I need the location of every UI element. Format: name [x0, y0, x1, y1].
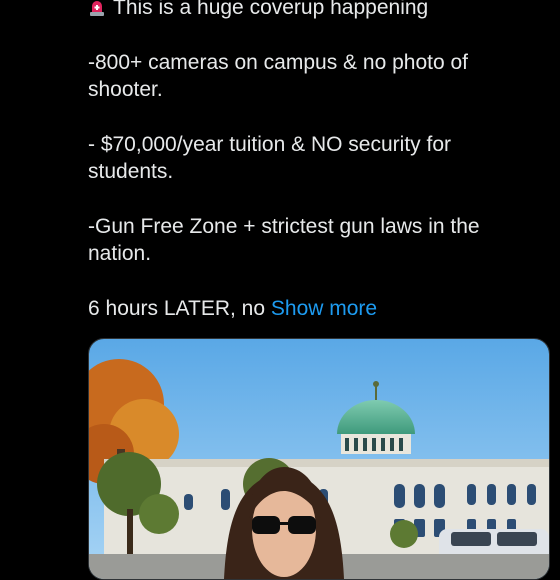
truncated-line: 6 hours LATER, no Show more — [88, 295, 508, 322]
tweet-media-photo[interactable] — [88, 338, 550, 580]
photo-illustration — [89, 339, 549, 579]
paragraph-1-line-1: -800+ cameras on campus & no photo of — [88, 51, 468, 74]
paragraph-2-line-2: students. — [88, 160, 174, 183]
tweet-headline: This is a huge coverup happening — [88, 0, 508, 21]
paragraph-3-line-2: nation. — [88, 242, 152, 265]
tweet-body: This is a huge coverup happening -800+ c… — [88, 0, 508, 322]
police-siren-icon — [88, 0, 106, 16]
paragraph-2-line-1: - $70,000/year tuition & NO security for — [88, 133, 451, 156]
truncated-text: 6 hours LATER, no — [88, 297, 266, 320]
paragraph-3-line-1: -Gun Free Zone + strictest gun laws in t… — [88, 215, 480, 238]
paragraph-1-line-2: shooter. — [88, 78, 163, 101]
headline-text: This is a huge coverup happening — [113, 0, 429, 19]
show-more-link[interactable]: Show more — [271, 297, 377, 320]
